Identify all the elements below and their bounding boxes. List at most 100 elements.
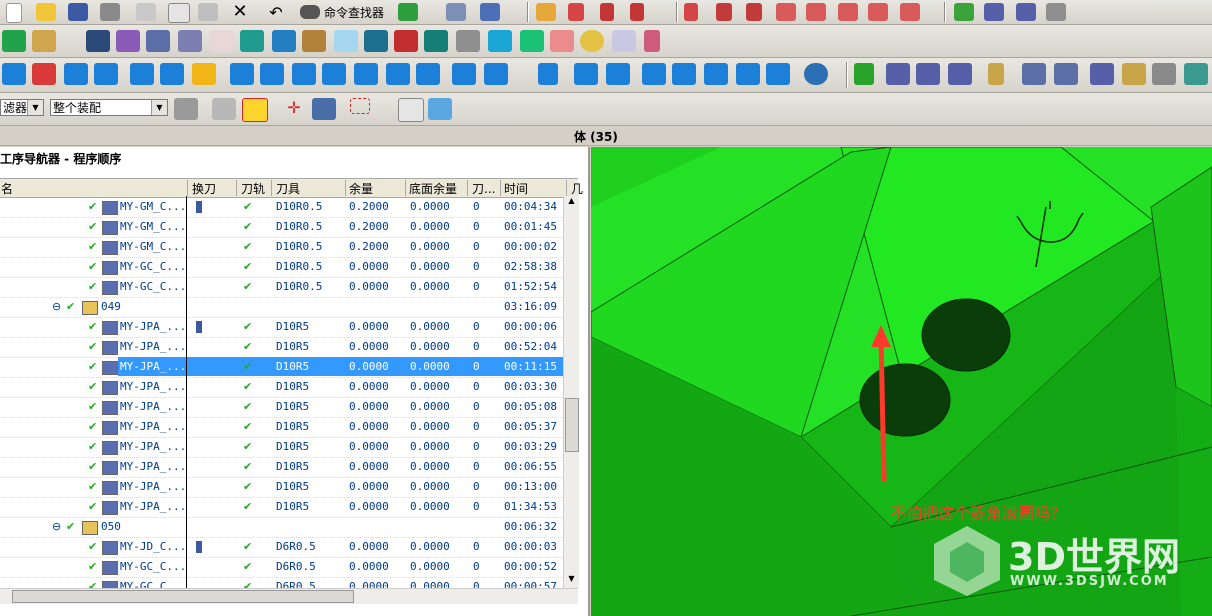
operation-row[interactable]: ✔ MY-JPA_... ✔ D10R5 0.0000 0.0000 0 00:06:55 — [0, 457, 563, 478]
fillet-curve-icon[interactable] — [630, 3, 644, 21]
new-file-icon[interactable] — [6, 3, 22, 23]
extend-curve-icon[interactable] — [838, 3, 858, 21]
flag-icon[interactable] — [988, 63, 1004, 85]
assembly-scope-select[interactable]: 整个装配 ▼ — [50, 99, 168, 116]
undo-icon[interactable]: ↶ — [266, 3, 286, 22]
machine-tool-view-icon[interactable] — [322, 63, 346, 85]
toolpath-edit-icon[interactable] — [766, 63, 790, 85]
pocket-icon[interactable] — [364, 30, 388, 52]
selection-icon[interactable] — [312, 98, 336, 120]
measure-icon[interactable] — [644, 30, 660, 52]
operation-row[interactable]: ✔ MY-JPA_... ✔ D10R5 0.0000 0.0000 0 00:52:04 — [0, 337, 563, 358]
revolve-icon[interactable] — [272, 30, 296, 52]
information-icon[interactable] — [538, 63, 558, 85]
vertical-scrollbar[interactable]: ▲ ▼ — [563, 196, 579, 588]
curve-icon[interactable] — [568, 3, 584, 21]
operation-row[interactable]: ✔ MY-JPA_... ✔ D10R5 0.0000 0.0000 0 00:13:00 — [0, 477, 563, 498]
eraser-icon[interactable] — [398, 98, 424, 122]
horizontal-scrollbar[interactable] — [0, 588, 578, 604]
operation-row[interactable]: ✔ MY-JPA_... ✔ D10R5 0.0000 0.0000 0 00:00:06 — [0, 317, 563, 338]
settings-icon[interactable] — [804, 63, 828, 85]
sheet-body-icon[interactable] — [32, 30, 56, 52]
polyline-icon[interactable] — [716, 3, 732, 21]
select-filter-icon[interactable] — [480, 3, 500, 21]
generate-toolpath-icon[interactable] — [452, 63, 476, 85]
print-icon[interactable] — [100, 3, 120, 21]
operation-row[interactable]: ✔ MY-JPA_... ✔ D10R5 0.0000 0.0000 0 00:11:15 — [0, 357, 563, 378]
name-icon[interactable] — [416, 63, 440, 85]
cylinder-icon[interactable] — [116, 30, 140, 52]
col-geometry[interactable]: 几 — [568, 180, 583, 196]
create-method-icon[interactable] — [230, 63, 254, 85]
tool-table-icon[interactable] — [886, 63, 910, 85]
subtract-icon[interactable] — [520, 30, 544, 52]
arrow-switch-icon[interactable] — [212, 98, 236, 120]
sheet-icon[interactable] — [1090, 63, 1114, 85]
shaded-icon[interactable] — [2, 63, 26, 85]
operation-row[interactable]: ✔ MY-GC_C... ✔ D6R0.5 0.0000 0.0000 0 00:00:52 — [0, 557, 563, 578]
tool-path-list-icon[interactable] — [672, 63, 696, 85]
transform-icon[interactable] — [574, 63, 598, 85]
operation-row[interactable]: ✔ MY-JD_C... ✔ D6R0.5 0.0000 0.0000 0 00:00:03 — [0, 537, 563, 558]
post-process-icon[interactable] — [1016, 3, 1036, 21]
offset-curve-icon[interactable] — [776, 3, 796, 21]
cutter-icon[interactable] — [704, 63, 728, 85]
wireframe-icon[interactable] — [64, 63, 88, 85]
machine-table-icon[interactable] — [916, 63, 940, 85]
export-icon[interactable] — [1184, 63, 1208, 85]
sketch-icon[interactable] — [536, 3, 556, 21]
create-tool-icon[interactable] — [160, 63, 184, 85]
program-order-view-icon[interactable] — [292, 63, 316, 85]
static-wireframe-icon[interactable] — [94, 63, 118, 85]
pad-icon[interactable] — [394, 30, 418, 52]
trim-body-icon[interactable] — [612, 30, 636, 52]
boss-icon[interactable] — [334, 30, 358, 52]
scroll-thumb[interactable] — [565, 398, 579, 452]
delete-icon[interactable]: ✕ — [230, 3, 250, 21]
type-filter-select[interactable]: 滤器 ▼ — [0, 99, 44, 116]
refresh-icon[interactable] — [398, 3, 418, 21]
operation-row[interactable]: ✔ MY-GC_C... ✔ D10R0.5 0.0000 0.0000 0 02:58:38 — [0, 257, 563, 278]
groove-icon[interactable] — [456, 30, 480, 52]
intersect-icon[interactable] — [550, 30, 574, 52]
block-icon[interactable] — [86, 30, 110, 52]
face-analysis-icon[interactable] — [32, 63, 56, 85]
scroll-down-icon[interactable]: ▼ — [565, 574, 578, 588]
grid-icon[interactable] — [736, 63, 760, 85]
operation-row[interactable]: ✔ MY-GM_C... ✔ D10R0.5 0.2000 0.0000 0 00:00:02 — [0, 237, 563, 258]
time-icon[interactable] — [1152, 63, 1176, 85]
col-tool[interactable]: 刀具 — [273, 180, 346, 196]
copy-icon[interactable] — [168, 3, 190, 23]
program-group-row[interactable]: ⊖ ✔ 050 00:06:32 — [0, 517, 563, 538]
list-toolpath-icon[interactable] — [984, 3, 1004, 21]
operation-row[interactable]: ✔ MY-JPA_... ✔ D10R5 0.0000 0.0000 0 01:34:53 — [0, 497, 563, 518]
snap-point-icon[interactable]: ✛ — [282, 98, 306, 120]
create-operation-icon[interactable] — [260, 63, 284, 85]
geometry-view-icon[interactable] — [354, 63, 378, 85]
operation-row[interactable]: ✔ MY-JPA_... ✔ D10R5 0.0000 0.0000 0 00:05:08 — [0, 397, 563, 418]
col-stock[interactable]: 余量 — [346, 180, 406, 196]
open-folder-icon[interactable] — [36, 3, 56, 21]
project-curve-icon[interactable] — [868, 3, 888, 21]
col-tool-change[interactable]: 换刀 — [189, 180, 237, 196]
shop-docs-icon[interactable] — [1046, 3, 1066, 21]
select-component-icon[interactable] — [174, 98, 198, 120]
hscroll-thumb[interactable] — [12, 590, 354, 603]
line-icon[interactable] — [684, 3, 698, 21]
operation-row[interactable]: ✔ MY-JPA_... ✔ D10R5 0.0000 0.0000 0 00:03:29 — [0, 437, 563, 458]
report-icon[interactable] — [948, 63, 972, 85]
edit-object-icon[interactable] — [446, 3, 466, 21]
tool-chart-icon[interactable] — [1122, 63, 1146, 85]
bridge-curve-icon[interactable] — [900, 3, 920, 21]
operation-row[interactable]: ✔ MY-JPA_... ✔ D10R5 0.0000 0.0000 0 00:05:37 — [0, 417, 563, 438]
scroll-up-icon[interactable]: ▲ — [565, 196, 578, 210]
save-icon[interactable] — [68, 3, 88, 21]
solid-body-icon[interactable] — [2, 30, 26, 52]
cone-icon[interactable] — [146, 30, 170, 52]
col-floor-stock[interactable]: 底面余量 — [406, 180, 468, 196]
command-finder[interactable]: 命令查找器 — [300, 2, 384, 22]
document-icon[interactable] — [1054, 63, 1078, 85]
operation-row[interactable]: ✔ MY-GM_C... ✔ D10R0.5 0.2000 0.0000 0 00:01:45 — [0, 217, 563, 238]
operation-row[interactable]: ✔ MY-GC_C... ✔ D10R0.5 0.0000 0.0000 0 01:52:54 — [0, 277, 563, 298]
col-tool-number[interactable]: 刀... — [469, 180, 501, 196]
